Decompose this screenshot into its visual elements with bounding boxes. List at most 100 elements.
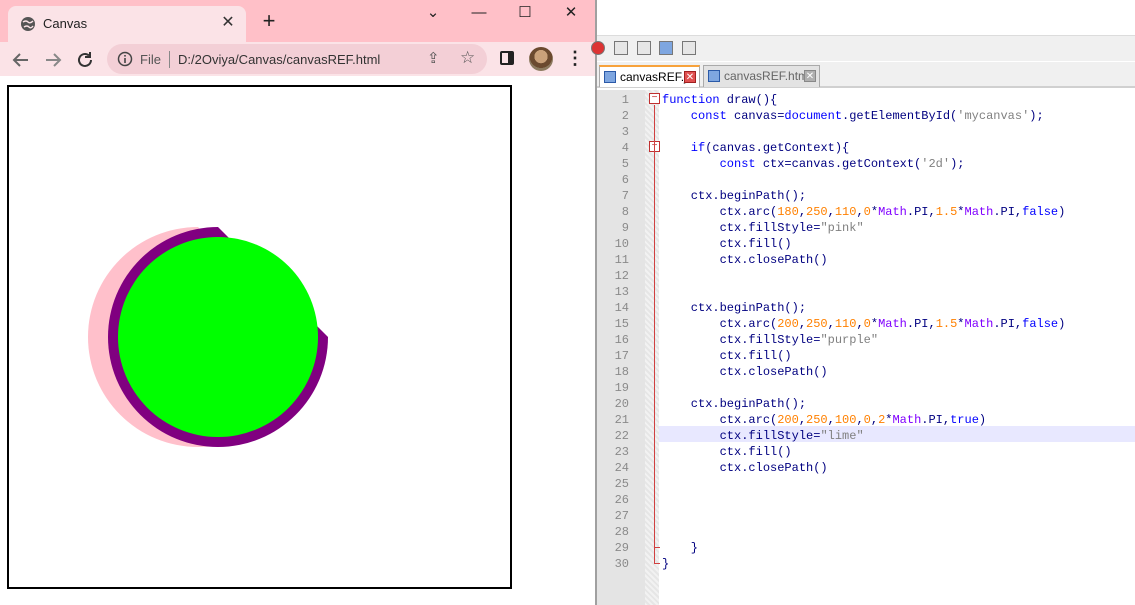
- code-text: ctx.fillStyle="pink": [662, 220, 864, 236]
- code-token: );: [950, 157, 965, 171]
- code-line[interactable]: 22 ctx.fillStyle="lime": [597, 428, 1135, 444]
- code-line[interactable]: 28: [597, 524, 1135, 540]
- code-line[interactable]: 1 function draw(){: [597, 92, 1135, 108]
- lime-circle: [118, 237, 318, 437]
- code-token: ctx.beginPath();: [662, 397, 807, 411]
- close-tab-icon[interactable]: ✕: [804, 70, 816, 82]
- code-line[interactable]: 2 const canvas=document.getElementById('…: [597, 108, 1135, 124]
- stop-macro-icon[interactable]: [614, 41, 628, 55]
- star-icon[interactable]: ☆: [460, 48, 475, 68]
- file-icon: [708, 70, 720, 82]
- play-macro-icon[interactable]: [637, 41, 651, 55]
- code-token: ): [978, 413, 987, 427]
- code-text: ctx.beginPath();: [662, 188, 806, 204]
- tab-canvasref-js[interactable]: canvasREF.js ✕: [599, 65, 700, 87]
- info-icon[interactable]: [117, 51, 133, 67]
- tab-close-button[interactable]: ✕: [218, 13, 238, 33]
- code-line[interactable]: 24 ctx.closePath(): [597, 460, 1135, 476]
- code-line[interactable]: 21 ctx.arc(200,250,100,0,2*Math.PI,true): [597, 412, 1135, 428]
- tab-label: canvasREF.html: [724, 69, 811, 83]
- address-bar[interactable]: File D:/2Oviya/Canvas/canvasREF.html ⇪ ☆: [107, 44, 487, 74]
- code-text: ctx.fill(): [662, 236, 792, 252]
- save-macro-icon[interactable]: [682, 41, 696, 55]
- code-token: const: [662, 157, 756, 171]
- code-token: Math: [892, 413, 922, 427]
- code-line[interactable]: 10 ctx.fill(): [597, 236, 1135, 252]
- code-line[interactable]: 11 ctx.closePath(): [597, 252, 1135, 268]
- tab-title: Canvas: [43, 16, 88, 31]
- code-token: *: [957, 317, 965, 331]
- maximize-button[interactable]: ☐: [510, 3, 540, 23]
- run-macro-multiple-icon[interactable]: [659, 41, 673, 55]
- code-text: ctx.arc(200,250,100,0,2*Math.PI,true): [662, 412, 987, 428]
- line-number: 28: [614, 525, 629, 539]
- code-line[interactable]: 18 ctx.closePath(): [597, 364, 1135, 380]
- code-token: .PI,: [906, 317, 936, 331]
- code-line[interactable]: 27: [597, 508, 1135, 524]
- code-line[interactable]: 5 const ctx=canvas.getContext('2d');: [597, 156, 1135, 172]
- code-token: ctx.beginPath();: [662, 301, 807, 315]
- kebab-menu-icon[interactable]: ⋮: [566, 49, 584, 69]
- code-line[interactable]: 9 ctx.fillStyle="pink": [597, 220, 1135, 236]
- code-line[interactable]: 17 ctx.fill(): [597, 348, 1135, 364]
- side-panel-icon[interactable]: [500, 51, 514, 65]
- reload-icon[interactable]: [73, 48, 97, 72]
- code-line[interactable]: 7 ctx.beginPath();: [597, 188, 1135, 204]
- code-line[interactable]: 16 ctx.fillStyle="purple": [597, 332, 1135, 348]
- canvas-drawing: [88, 227, 328, 447]
- tab-search-button[interactable]: ⌄: [418, 3, 448, 23]
- code-area[interactable]: − − 1function draw(){2 const canvas=docu…: [597, 90, 1135, 605]
- code-token: ctx.closePath(): [662, 365, 828, 379]
- code-line[interactable]: 4 if(canvas.getContext){: [597, 140, 1135, 156]
- editor-tab-bar: canvasREF.js ✕ canvasREF.html ✕: [597, 62, 1135, 88]
- back-arrow-icon[interactable]: [9, 48, 33, 72]
- code-line[interactable]: 12: [597, 268, 1135, 284]
- code-line[interactable]: 15 ctx.arc(200,250,110,0*Math.PI,1.5*Mat…: [597, 316, 1135, 332]
- code-line[interactable]: 25: [597, 476, 1135, 492]
- code-token: 1.5: [935, 317, 958, 331]
- line-number: 24: [614, 461, 629, 475]
- code-text: if(canvas.getContext){: [662, 140, 849, 156]
- avatar[interactable]: [529, 47, 553, 71]
- code-text: const canvas=document.getElementById('my…: [662, 108, 1044, 124]
- code-token: ,: [798, 317, 807, 331]
- code-token: );: [1029, 109, 1044, 123]
- code-line[interactable]: 8 ctx.arc(180,250,110,0*Math.PI,1.5*Math…: [597, 204, 1135, 220]
- code-token: ,: [856, 205, 864, 219]
- code-line[interactable]: 29 }: [597, 540, 1135, 556]
- close-window-button[interactable]: ✕: [556, 3, 586, 23]
- code-token: ,: [798, 205, 807, 219]
- line-number: 10: [614, 237, 629, 251]
- code-token: Math: [878, 205, 907, 219]
- new-tab-button[interactable]: +: [257, 10, 281, 34]
- browser-tab[interactable]: Canvas ✕: [8, 6, 246, 42]
- line-number: 3: [621, 125, 629, 139]
- code-token: 110: [834, 317, 857, 331]
- code-line[interactable]: 23 ctx.fill(): [597, 444, 1135, 460]
- tab-canvasref-html[interactable]: canvasREF.html ✕: [703, 65, 820, 87]
- code-text: }: [662, 556, 669, 572]
- code-token: ,: [870, 413, 879, 427]
- code-text: ctx.beginPath();: [662, 396, 806, 412]
- code-line[interactable]: 14 ctx.beginPath();: [597, 300, 1135, 316]
- code-line[interactable]: 6: [597, 172, 1135, 188]
- minimize-button[interactable]: —: [464, 3, 494, 23]
- url-text[interactable]: D:/2Oviya/Canvas/canvasREF.html: [178, 52, 380, 67]
- code-token: 180: [777, 205, 799, 219]
- forward-arrow-icon[interactable]: [41, 48, 65, 72]
- code-line[interactable]: 26: [597, 492, 1135, 508]
- line-number: 6: [621, 173, 629, 187]
- code-line[interactable]: 19: [597, 380, 1135, 396]
- close-tab-icon[interactable]: ✕: [684, 71, 696, 83]
- line-number: 18: [614, 365, 629, 379]
- share-icon[interactable]: ⇪: [427, 49, 440, 67]
- line-number: 14: [614, 301, 629, 315]
- code-token: 250: [806, 413, 828, 427]
- code-line[interactable]: 20 ctx.beginPath();: [597, 396, 1135, 412]
- code-line[interactable]: 13: [597, 284, 1135, 300]
- file-icon: [604, 71, 616, 83]
- code-line[interactable]: 3: [597, 124, 1135, 140]
- code-line[interactable]: 30}: [597, 556, 1135, 572]
- code-token: "pink": [820, 221, 864, 235]
- record-macro-icon[interactable]: [591, 41, 605, 55]
